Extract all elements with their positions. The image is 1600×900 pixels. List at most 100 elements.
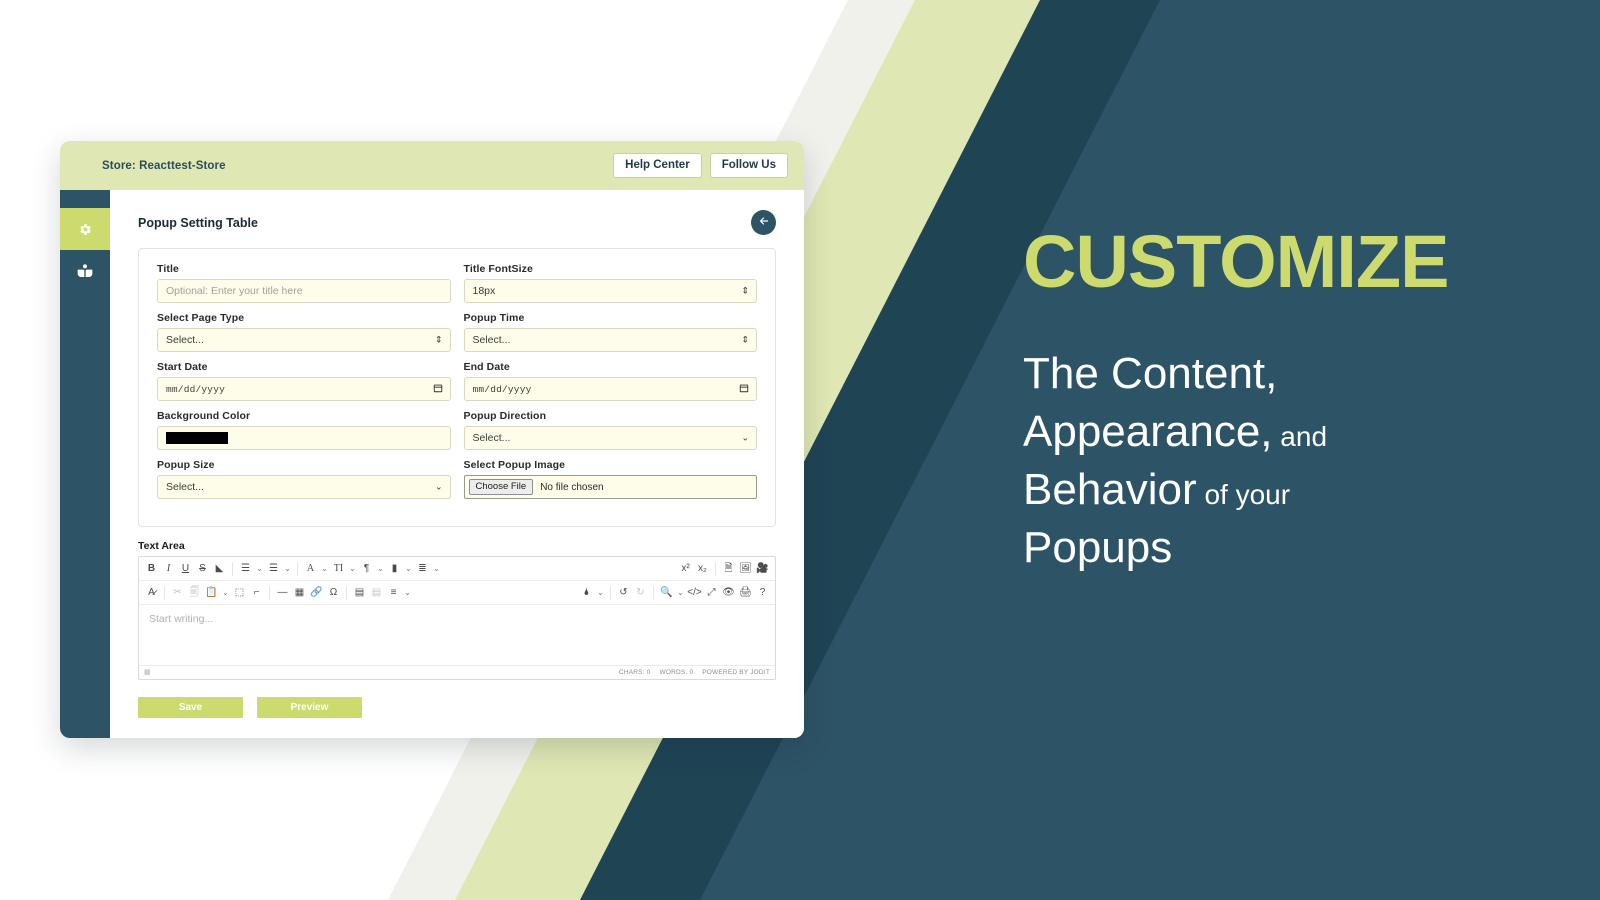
subscript-icon[interactable]: x₂ — [694, 559, 711, 579]
insert-image-icon[interactable]: 🖼 — [737, 559, 754, 579]
font-family-icon[interactable]: A — [302, 559, 319, 579]
ordered-list-icon[interactable]: ☰ — [265, 559, 282, 579]
chevron-down-icon[interactable]: ⌄ — [595, 583, 606, 603]
popup-time-wrap: ⇕ — [463, 328, 757, 352]
follow-us-button[interactable]: Follow Us — [709, 152, 788, 179]
cut-icon[interactable]: ✂ — [169, 583, 186, 603]
link-icon[interactable]: 🔗 — [308, 583, 325, 603]
toolbar-row2-left: A̷ ✂ 🗐 📋 ⌄ ⬚ ⌐ — ▦ 🔗 Ω ▤ ▤ ≡ ⌄ — [143, 583, 413, 603]
text-color-icon[interactable]: 🌢 — [578, 583, 595, 603]
background-color-input[interactable] — [157, 426, 451, 450]
underline-icon[interactable]: U — [177, 559, 194, 579]
field-popup-direction: Popup Direction ⌄ — [463, 410, 757, 450]
rich-text-editor: B I U S ◣ ☰ ⌄ ☰ ⌄ A ⌄ TI ⌄ ¶ ⌄ ▮ ⌄ ≣ ⌄ x² x₂ 🗎 🖼 🎥 A̷ ✂ 🗐 📋 ⌄ ⬚ ⌐ — ▦ 🔗… — [138, 556, 776, 680]
end-date-input[interactable] — [463, 377, 757, 401]
insert-file-icon[interactable]: 🗎 — [720, 559, 737, 579]
redo-icon[interactable]: ↻ — [632, 583, 649, 603]
label-popup-direction: Popup Direction — [463, 410, 547, 422]
page-type-select[interactable] — [157, 328, 451, 352]
sidebar-item-settings[interactable] — [60, 208, 110, 250]
popup-settings-panel: Title Title FontSize ⇕ Select Page Type — [138, 248, 776, 527]
title-input[interactable] — [157, 279, 451, 303]
toolbar-row2-right: 🌢 ⌄ ↺ ↻ 🔍 ⌄ </> ⤢ 👁 🖨? — [578, 583, 771, 603]
field-end-date: End Date — [463, 361, 757, 401]
class-span-icon[interactable]: ▮ — [386, 559, 403, 579]
superscript-icon[interactable]: x² — [677, 559, 694, 579]
promo-line3-light: of your — [1196, 479, 1291, 511]
chevron-down-icon[interactable]: ⌄ — [402, 583, 413, 603]
eraser-icon[interactable]: ◣ — [211, 559, 228, 579]
unordered-list-icon[interactable]: ☰ — [237, 559, 254, 579]
field-popup-time: Popup Time ⇕ — [463, 312, 757, 352]
font-size-icon[interactable]: TI — [330, 559, 347, 579]
page-type-wrap: ⇕ — [157, 328, 451, 352]
help-center-button[interactable]: Help Center — [613, 152, 702, 179]
insert-video-icon[interactable]: 🎥 — [754, 559, 771, 579]
content-header: Popup Setting Table — [138, 210, 776, 235]
chevron-down-icon[interactable]: ⌄ — [254, 559, 265, 579]
paragraph-icon[interactable]: ¶ — [358, 559, 375, 579]
promo-block: CUSTOMIZE The Content, Appearance, and B… — [1023, 225, 1543, 577]
indent-increase-icon[interactable]: ▤ — [351, 583, 368, 603]
format-brush-icon[interactable]: A̷ — [143, 583, 160, 603]
popup-direction-select[interactable] — [463, 426, 757, 450]
sidebar-item-guide[interactable] — [60, 250, 110, 292]
title-fontsize-select[interactable] — [463, 279, 757, 303]
promo-line-3: Behavior of your — [1023, 461, 1543, 519]
toolbar-separator — [297, 561, 298, 576]
popup-time-select[interactable] — [463, 328, 757, 352]
settings-form: Title Title FontSize ⇕ Select Page Type — [157, 263, 757, 508]
about-help-icon[interactable]: ? — [754, 583, 771, 603]
arrow-left-icon — [758, 215, 770, 230]
select-all-icon[interactable]: ⬚ — [231, 583, 248, 603]
line-height-icon[interactable]: ≣ — [414, 559, 431, 579]
file-status-text: No file chosen — [540, 481, 604, 493]
paste-icon[interactable]: 📋 — [203, 583, 220, 603]
chevron-down-icon[interactable]: ⌄ — [375, 559, 386, 579]
preview-eye-icon[interactable]: 👁 — [720, 583, 737, 603]
form-actions: Save Preview — [138, 697, 776, 718]
chevron-down-icon[interactable]: ⌄ — [431, 559, 442, 579]
italic-icon[interactable]: I — [160, 559, 177, 579]
bold-icon[interactable]: B — [143, 559, 160, 579]
find-icon[interactable]: 🔍 — [658, 583, 675, 603]
chevron-down-icon[interactable]: ⌄ — [319, 559, 330, 579]
promo-line2-light: and — [1272, 421, 1328, 453]
source-code-icon[interactable]: </> — [686, 583, 703, 603]
paint-format-icon[interactable]: ⌐ — [248, 583, 265, 603]
copy-icon[interactable]: 🗐 — [186, 583, 203, 603]
print-icon[interactable]: 🖨 — [737, 583, 754, 603]
toolbar-separator — [232, 561, 233, 576]
popup-image-file-input[interactable]: Choose File No file chosen — [463, 475, 757, 499]
chevron-down-icon[interactable]: ⌄ — [403, 559, 414, 579]
toolbar-separator — [346, 585, 347, 600]
indent-decrease-icon[interactable]: ▤ — [368, 583, 385, 603]
label-page-type: Select Page Type — [157, 312, 245, 324]
chevron-down-icon[interactable]: ⌄ — [675, 583, 686, 603]
table-icon[interactable]: ▦ — [291, 583, 308, 603]
chevron-down-icon[interactable]: ⌄ — [347, 559, 358, 579]
popup-size-select[interactable] — [157, 475, 451, 499]
undo-icon[interactable]: ↺ — [615, 583, 632, 603]
horizontal-rule-icon[interactable]: — — [274, 583, 291, 603]
popup-direction-wrap: ⌄ — [463, 426, 757, 450]
promo-line2-strong: Appearance, — [1023, 407, 1273, 457]
symbol-icon[interactable]: Ω — [325, 583, 342, 603]
fullsize-icon[interactable]: ⤢ — [703, 583, 720, 603]
field-start-date: Start Date — [157, 361, 451, 401]
resize-handle-icon[interactable]: ▦ — [144, 669, 151, 676]
strikethrough-icon[interactable]: S — [194, 559, 211, 579]
preview-button[interactable]: Preview — [257, 697, 362, 718]
label-title-fontsize: Title FontSize — [463, 263, 533, 275]
choose-file-button[interactable]: Choose File — [468, 478, 534, 496]
chevron-down-icon[interactable]: ⌄ — [220, 583, 231, 603]
start-date-input[interactable] — [157, 377, 451, 401]
editor-content-area[interactable]: Start writing... — [139, 605, 775, 665]
save-button[interactable]: Save — [138, 697, 243, 718]
color-swatch — [166, 432, 228, 444]
back-button[interactable] — [751, 210, 776, 235]
start-date-wrap — [157, 377, 451, 401]
align-icon[interactable]: ≡ — [385, 583, 402, 603]
chevron-down-icon[interactable]: ⌄ — [282, 559, 293, 579]
field-background-color: Background Color — [157, 410, 451, 450]
